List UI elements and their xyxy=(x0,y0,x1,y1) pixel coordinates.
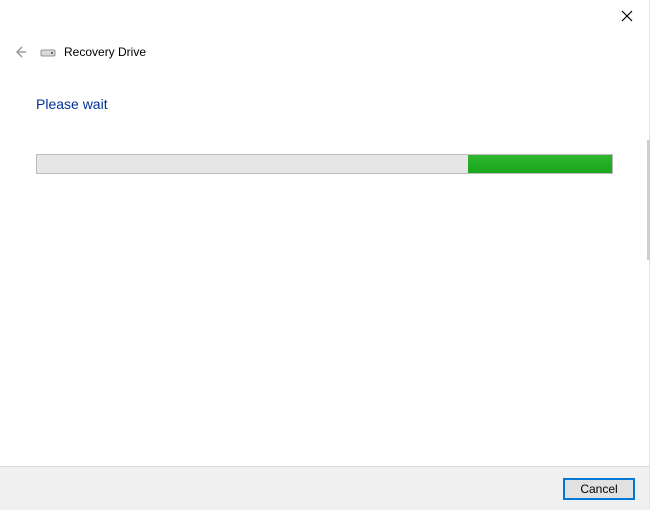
back-arrow-icon xyxy=(12,44,28,60)
wizard-content: Please wait xyxy=(0,64,649,466)
titlebar xyxy=(0,0,649,32)
page-heading: Please wait xyxy=(36,96,613,112)
drive-icon xyxy=(40,46,56,58)
progress-fill xyxy=(468,155,612,173)
close-icon xyxy=(621,10,633,22)
wizard-title: Recovery Drive xyxy=(64,45,146,59)
back-button xyxy=(8,40,32,64)
cancel-button[interactable]: Cancel xyxy=(563,478,635,500)
progress-bar xyxy=(36,154,613,174)
wizard-footer: Cancel xyxy=(0,466,649,510)
close-button[interactable] xyxy=(617,6,637,26)
recovery-drive-wizard: Recovery Drive Please wait Cancel xyxy=(0,0,650,510)
wizard-header: Recovery Drive xyxy=(0,32,649,64)
